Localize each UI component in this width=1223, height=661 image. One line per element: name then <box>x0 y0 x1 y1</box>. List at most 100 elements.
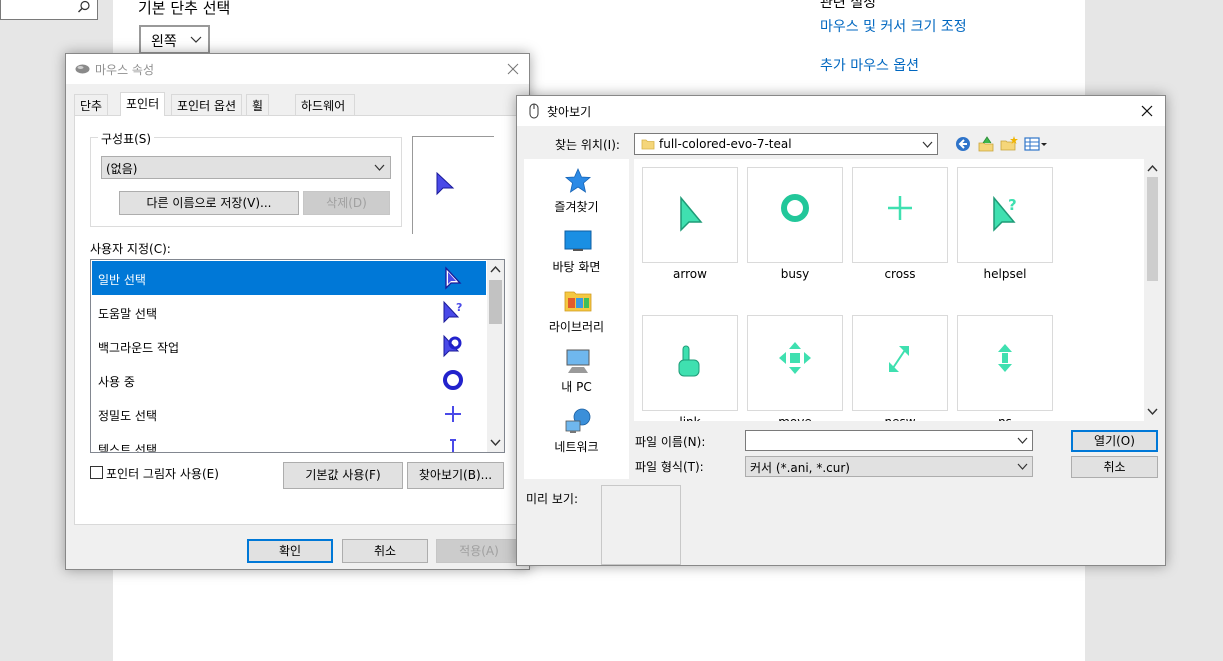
search-icon <box>78 0 90 13</box>
list-item[interactable]: 텍스트 선택 <box>92 431 486 452</box>
cursor-list-scroll-thumb[interactable] <box>489 280 502 324</box>
back-icon[interactable] <box>954 135 972 153</box>
delete-button[interactable]: 삭제(D) <box>303 191 390 215</box>
scheme-dropdown[interactable]: (없음) <box>101 156 391 179</box>
scheme-label: 구성표(S) <box>98 130 155 147</box>
file-type-value: 커서 (*.ani, *.cur) <box>750 461 850 475</box>
settings-search-box[interactable] <box>0 0 98 20</box>
cursor-item-label: 사용 중 <box>98 375 135 389</box>
use-default-button[interactable]: 기본값 사용(F) <box>283 462 403 489</box>
busy-cursor-icon <box>781 194 809 222</box>
chevron-down-icon[interactable] <box>1147 406 1158 417</box>
svg-text:?: ? <box>1008 196 1017 214</box>
arrow-cursor-icon <box>680 195 703 232</box>
related-settings-heading: 관련 설정 <box>820 0 876 11</box>
star-icon <box>564 168 592 193</box>
preview-pane <box>601 485 681 565</box>
file-label: cross <box>884 267 916 281</box>
file-tile-cross[interactable] <box>852 167 948 263</box>
file-tile-busy[interactable] <box>747 167 843 263</box>
adjust-mouse-cursor-size-link[interactable]: 마우스 및 커서 크기 조정 <box>820 16 967 36</box>
browse-cancel-button[interactable]: 취소 <box>1071 456 1158 478</box>
primary-button-dropdown[interactable]: 왼쪽 <box>139 25 210 54</box>
crosshair-cursor-icon <box>888 196 912 220</box>
mouse-properties-window: 마우스 속성 단추 포인터 포인터 옵션 휠 하드웨어 구성표(S) (없음) … <box>65 53 530 570</box>
file-list-scroll-thumb[interactable] <box>1147 177 1158 281</box>
open-button[interactable]: 열기(O) <box>1071 430 1158 452</box>
chevron-up-icon[interactable] <box>1147 163 1158 174</box>
tab-pointer-options[interactable]: 포인터 옵션 <box>171 94 243 115</box>
save-as-button[interactable]: 다른 이름으로 저장(V)... <box>119 191 299 215</box>
place-libraries[interactable]: 라이브러리 <box>524 283 629 343</box>
tab-wheel[interactable]: 휠 <box>246 94 270 115</box>
ok-button[interactable]: 확인 <box>247 539 333 563</box>
browse-button[interactable]: 찾아보기(B)... <box>407 462 504 489</box>
list-item[interactable]: 정밀도 선택 <box>92 397 486 431</box>
svg-text:?: ? <box>456 301 462 314</box>
place-this-pc[interactable]: 내 PC <box>524 343 629 403</box>
file-type-dropdown[interactable]: 커서 (*.ani, *.cur) <box>745 456 1033 477</box>
file-tile-link[interactable] <box>642 315 738 411</box>
file-tile-move[interactable] <box>747 315 843 411</box>
library-icon <box>564 291 592 312</box>
hand-cursor-icon <box>678 345 700 377</box>
file-tile-arrow[interactable] <box>642 167 738 263</box>
list-item[interactable]: 백그라운드 작업 <box>92 329 486 363</box>
place-favorites[interactable]: 즐겨찾기 <box>524 163 629 223</box>
primary-button-value: 왼쪽 <box>151 34 177 50</box>
help-cursor-icon: ? <box>443 300 462 324</box>
list-item[interactable]: 사용 중 <box>92 363 486 397</box>
look-in-dropdown[interactable]: full-colored-evo-7-teal <box>634 133 938 155</box>
close-icon[interactable] <box>501 58 525 80</box>
desktop-icon <box>564 230 592 251</box>
file-label: arrow <box>673 267 707 281</box>
chevron-down-icon[interactable] <box>490 437 501 448</box>
tab-pointers[interactable]: 포인터 <box>120 92 166 116</box>
file-name-input[interactable] <box>745 430 1033 451</box>
tab-hardware[interactable]: 하드웨어 <box>295 94 355 115</box>
computer-icon <box>566 349 590 373</box>
list-item[interactable]: 일반 선택 <box>92 261 486 295</box>
cursor-list-scrollbar[interactable] <box>487 260 504 452</box>
file-list[interactable]: arrow busy cross ? helpsel link move nes… <box>634 159 1159 421</box>
up-folder-icon[interactable] <box>977 135 995 153</box>
mouse-properties-titlebar[interactable]: 마우스 속성 <box>66 54 529 84</box>
tab-buttons[interactable]: 단추 <box>74 94 109 115</box>
cursor-item-label: 일반 선택 <box>98 273 146 287</box>
list-item[interactable]: 도움말 선택 ? <box>92 295 486 329</box>
cursor-preview <box>412 136 494 234</box>
busy-cursor-icon <box>443 370 463 390</box>
cursor-list[interactable]: 일반 선택 도움말 선택 ? 백그라운드 작업 사용 중 정밀도 선택 텍스트 … <box>90 259 505 453</box>
customize-label: 사용자 지정(C): <box>90 242 171 256</box>
new-folder-icon[interactable] <box>1000 135 1018 153</box>
additional-mouse-options-link[interactable]: 추가 마우스 옵션 <box>820 55 919 75</box>
file-list-scrollbar[interactable] <box>1144 159 1161 421</box>
file-tile-helpsel[interactable]: ? <box>957 167 1053 263</box>
chevron-down-icon[interactable] <box>1017 435 1028 446</box>
view-menu-icon[interactable] <box>1024 135 1050 153</box>
apply-button[interactable]: 적용(A) <box>436 539 522 563</box>
pointer-shadow-checkbox[interactable] <box>90 466 103 479</box>
file-tile-nesw[interactable] <box>852 315 948 411</box>
place-network[interactable]: 네트워크 <box>524 403 629 463</box>
working-cursor-icon <box>443 334 462 358</box>
chevron-down-icon <box>922 141 933 148</box>
mouse-icon <box>529 103 539 119</box>
place-label: 즐겨찾기 <box>554 200 599 214</box>
arrow-cursor-icon <box>436 172 455 196</box>
cancel-button[interactable]: 취소 <box>342 539 428 563</box>
place-label: 바탕 화면 <box>552 260 601 274</box>
place-label: 네트워크 <box>554 440 599 454</box>
cursor-item-label: 정밀도 선택 <box>98 409 158 423</box>
browse-titlebar[interactable]: 찾아보기 <box>517 96 1165 126</box>
browse-title: 찾아보기 <box>547 105 592 119</box>
place-label: 라이브러리 <box>548 320 605 334</box>
move-cursor-icon <box>779 342 811 374</box>
file-label: helpsel <box>983 267 1027 281</box>
pointers-tab-panel: 구성표(S) (없음) 다른 이름으로 저장(V)... 삭제(D) 사용자 지… <box>74 115 521 525</box>
chevron-up-icon[interactable] <box>490 264 501 275</box>
place-desktop[interactable]: 바탕 화면 <box>524 223 629 283</box>
look-in-label: 찾는 위치(I): <box>555 138 620 152</box>
close-icon[interactable] <box>1135 100 1159 122</box>
file-tile-ns[interactable] <box>957 315 1053 411</box>
